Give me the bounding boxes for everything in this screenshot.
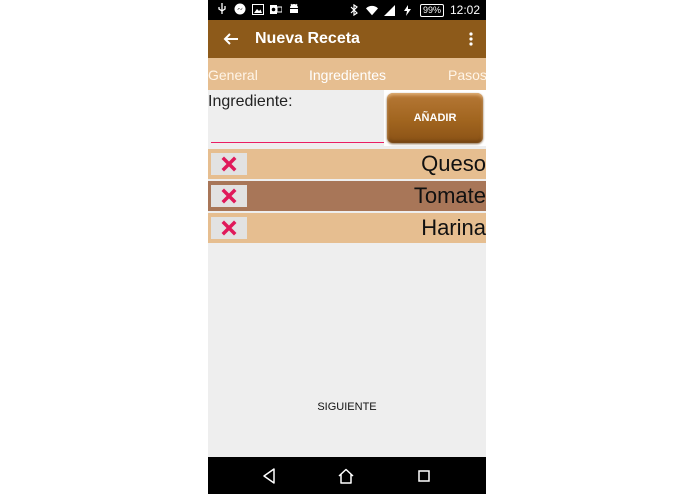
signal-icon bbox=[384, 4, 396, 16]
navigation-bar bbox=[208, 457, 486, 494]
arrow-left-icon bbox=[223, 33, 238, 45]
more-vert-icon bbox=[469, 32, 473, 46]
battery-icon: 99% bbox=[419, 3, 444, 17]
back-button[interactable] bbox=[220, 28, 242, 50]
clock: 12:02 bbox=[449, 3, 480, 17]
image-icon bbox=[252, 3, 264, 15]
ingredient-name: Tomate bbox=[413, 183, 486, 208]
outlook-icon bbox=[270, 3, 282, 15]
nav-recents-button[interactable] bbox=[415, 467, 433, 485]
phone-screen: 99% 12:02 Nueva Receta General Ingredien… bbox=[208, 0, 486, 494]
messenger-icon bbox=[234, 3, 246, 15]
page-title: Nueva Receta bbox=[255, 30, 360, 47]
tab-strip: General Ingredientes Pasos bbox=[208, 58, 486, 90]
usb-icon bbox=[216, 3, 228, 15]
next-button[interactable]: SIGUIENTE bbox=[208, 392, 486, 422]
android-icon bbox=[288, 3, 300, 15]
delete-ingredient-button[interactable] bbox=[211, 185, 247, 207]
delete-ingredient-button[interactable] bbox=[211, 217, 247, 239]
triangle-back-icon bbox=[263, 468, 275, 484]
wifi-icon bbox=[365, 4, 378, 16]
tab-ingredientes[interactable]: Ingredientes bbox=[309, 67, 386, 83]
delete-ingredient-button[interactable] bbox=[211, 153, 247, 175]
overflow-menu-button[interactable] bbox=[466, 29, 476, 49]
nav-home-button[interactable] bbox=[337, 467, 355, 485]
ingredient-input[interactable] bbox=[211, 110, 385, 143]
close-icon bbox=[221, 188, 237, 204]
ingredient-row-selected[interactable]: Tomate bbox=[208, 181, 486, 211]
close-icon bbox=[221, 156, 237, 172]
add-button-area: AÑADIR bbox=[384, 90, 486, 146]
square-recents-icon bbox=[418, 470, 430, 482]
ingredient-name: Queso bbox=[421, 151, 486, 176]
status-bar: 99% 12:02 bbox=[208, 0, 486, 20]
bluetooth-icon bbox=[348, 4, 360, 16]
ingredient-label: Ingrediente: bbox=[208, 93, 293, 110]
home-icon bbox=[338, 468, 354, 484]
add-ingredient-button[interactable]: AÑADIR bbox=[387, 93, 483, 143]
notification-icons bbox=[216, 3, 300, 15]
ingredient-row[interactable]: Queso bbox=[208, 149, 486, 179]
ingredient-name: Harina bbox=[421, 215, 486, 240]
charging-icon bbox=[402, 4, 414, 16]
ingredient-row[interactable]: Harina bbox=[208, 213, 486, 243]
system-icons: 99% 12:02 bbox=[348, 3, 480, 17]
nav-back-button[interactable] bbox=[260, 467, 278, 485]
tab-general[interactable]: General bbox=[208, 67, 258, 83]
app-bar: Nueva Receta bbox=[208, 20, 486, 58]
close-icon bbox=[221, 220, 237, 236]
tab-pasos[interactable]: Pasos bbox=[448, 67, 486, 83]
